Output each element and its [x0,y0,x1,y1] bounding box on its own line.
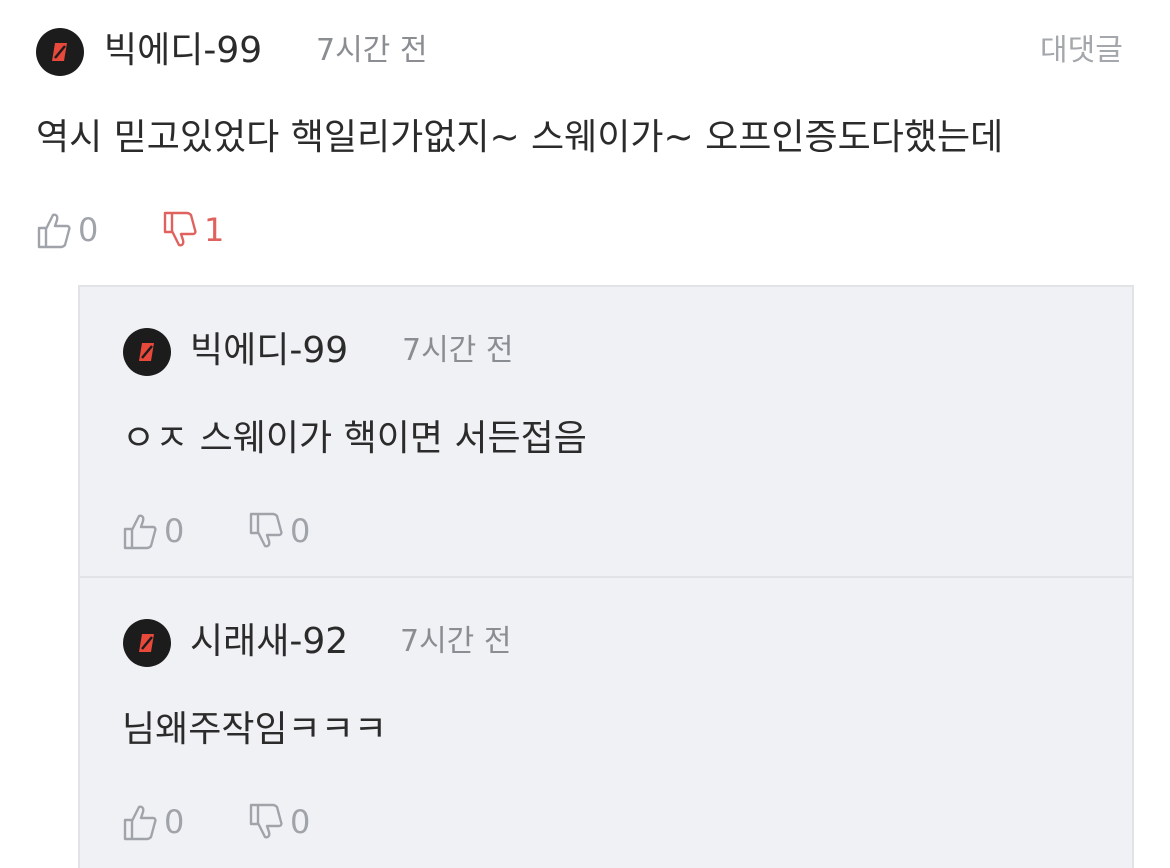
timestamp: 7시간 전 [316,33,428,68]
username[interactable]: 빅에디-99 [104,30,262,72]
dislike-button[interactable]: 0 [248,510,310,552]
dislike-count: 1 [204,211,225,249]
reply-text: 님왜주작임ㅋㅋㅋ [122,709,387,750]
reply-item: 시래새-92 7시간 전 님왜주작임ㅋㅋㅋ 0 0 [78,576,1134,868]
timestamp: 7시간 전 [402,333,514,368]
like-count: 0 [164,512,185,550]
reply-button[interactable]: 대댓글 [1040,30,1123,72]
dislike-count: 0 [290,512,311,550]
dislike-count: 0 [290,803,311,841]
comment-text: 역시 믿고있었다 핵일리가없지~ 스웨이가~ 오프인증도다했는데 [36,117,1004,158]
reply-item: 빅에디-99 7시간 전 ㅇㅈ 스웨이가 핵이면 서든접음 0 0 [78,285,1134,578]
thumbs-down-icon [163,211,197,247]
timestamp: 7시간 전 [400,624,512,659]
like-button[interactable]: 0 [36,209,98,251]
username[interactable]: 시래새-92 [190,621,348,663]
avatar[interactable] [36,28,84,76]
thumbs-up-icon [37,213,71,249]
avatar[interactable] [123,328,171,376]
like-count: 0 [78,211,99,249]
thumbs-up-icon [123,805,157,841]
comment-thread: 빅에디-99 7시간 전 대댓글 역시 믿고있었다 핵일리가없지~ 스웨이가~ … [0,0,1170,868]
dislike-button[interactable]: 1 [162,209,224,251]
reply-text: ㅇㅈ 스웨이가 핵이면 서든접음 [122,418,587,459]
like-button[interactable]: 0 [122,801,184,843]
avatar[interactable] [123,619,171,667]
dislike-button[interactable]: 0 [248,801,310,843]
like-count: 0 [164,803,185,841]
like-button[interactable]: 0 [122,510,184,552]
rank-badge-icon [52,43,67,61]
rank-badge-icon [139,634,154,652]
thumbs-up-icon [123,514,157,550]
thumbs-down-icon [249,803,283,839]
rank-badge-icon [139,343,154,361]
username[interactable]: 빅에디-99 [190,330,348,372]
thumbs-down-icon [249,512,283,548]
